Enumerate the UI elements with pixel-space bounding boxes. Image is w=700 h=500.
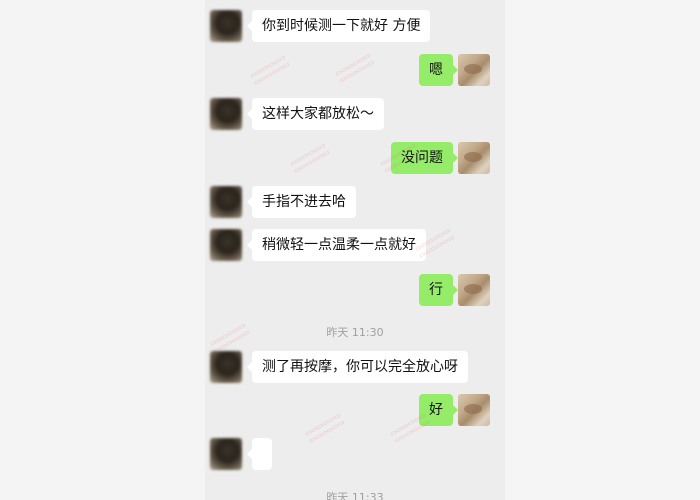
contact-avatar[interactable] [210,186,242,218]
message-row-incoming: 手指不进去哈 [205,186,505,218]
incoming-message-bubble[interactable]: 这样大家都放松～ [247,98,384,130]
timestamp: 昨天 11:30 [326,326,384,339]
user-avatar[interactable] [458,274,490,306]
chat-area[interactable]: 你到时候测一下就好 方便 嗯 这样大家都放松～ 没问题 手指不进去哈 稍微轻一点… [205,0,505,500]
user-avatar[interactable] [458,54,490,86]
contact-avatar[interactable] [210,10,242,42]
outgoing-message-bubble[interactable]: 好 [419,394,458,426]
contact-avatar[interactable] [210,98,242,130]
user-avatar[interactable] [458,394,490,426]
timestamp: 昨天 11:33 [326,491,384,500]
message-row-incoming [205,438,505,470]
message-row-outgoing: 行 [205,274,505,306]
message-row-incoming: 测了再按摩，你可以完全放心呀 [205,351,505,383]
incoming-message-bubble[interactable]: 手指不进去哈 [247,186,356,218]
contact-avatar[interactable] [210,438,242,470]
outgoing-message-bubble[interactable]: 行 [419,274,458,306]
message-row-incoming: 稍微轻一点温柔一点就好 [205,229,505,261]
incoming-message-bubble[interactable]: 你到时候测一下就好 方便 [246,10,431,42]
message-row-incoming: 你到时候测一下就好 方便 [205,10,505,42]
outgoing-message-bubble[interactable]: 嗯 [419,54,458,86]
message-row-incoming: 这样大家都放松～ [205,98,505,130]
message-row-outgoing: 好 [205,394,505,426]
contact-avatar[interactable] [210,229,242,261]
incoming-message-bubble[interactable]: 测了再按摩，你可以完全放心呀 [247,351,468,383]
right-blurred-background [505,0,700,500]
incoming-message-bubble[interactable] [247,438,272,470]
outgoing-message-bubble[interactable]: 没问题 [391,142,458,174]
contact-avatar[interactable] [210,351,242,383]
user-avatar[interactable] [458,142,490,174]
message-row-outgoing: 没问题 [205,142,505,174]
left-blurred-background [0,0,205,500]
incoming-message-bubble[interactable]: 稍微轻一点温柔一点就好 [247,229,426,261]
message-row-outgoing: 嗯 [205,54,505,86]
